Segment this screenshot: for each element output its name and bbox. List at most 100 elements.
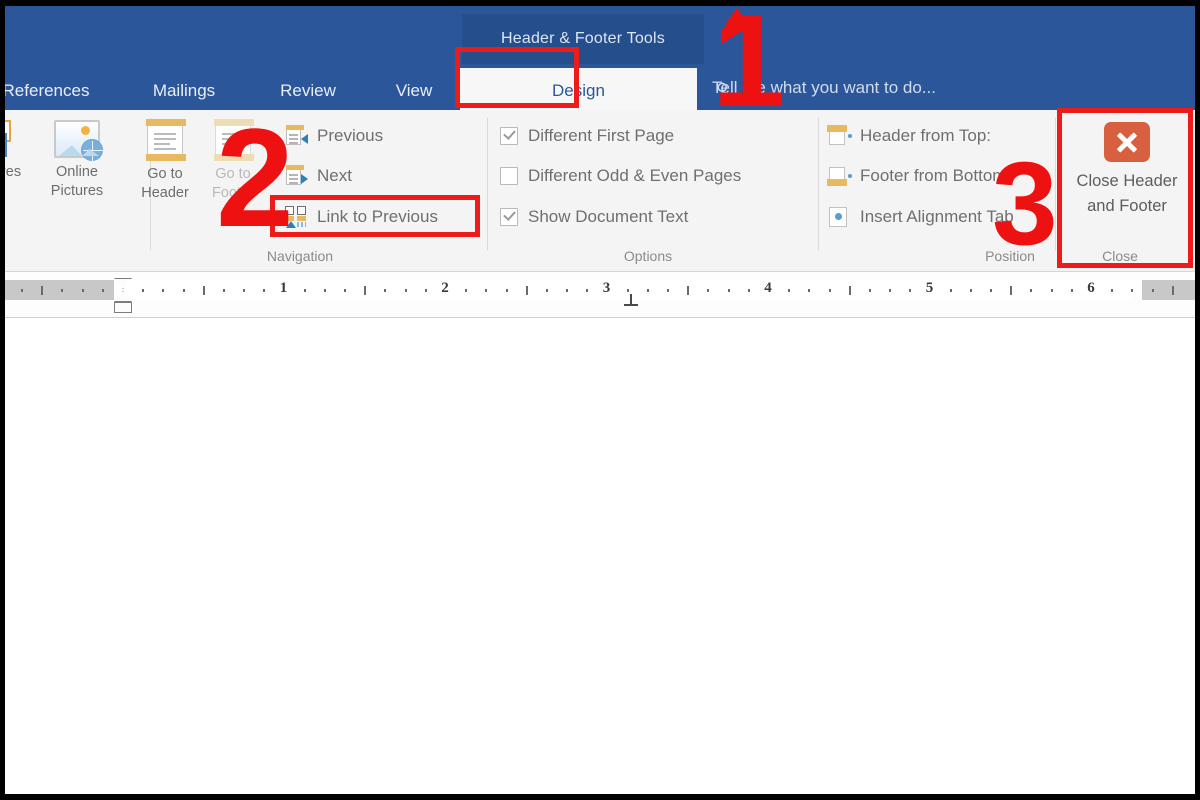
ruler-tick	[687, 286, 690, 295]
link-to-previous-label: Link to Previous	[317, 207, 438, 226]
ruler-tick	[909, 289, 912, 292]
go-to-footer-button[interactable]: Go to Footer	[200, 119, 266, 203]
ruler-tick	[404, 289, 407, 292]
tab-review[interactable]: Review	[262, 68, 354, 114]
header-from-top-icon	[827, 125, 852, 147]
ruler-tick	[162, 289, 165, 292]
pictures-button[interactable]: res	[0, 120, 40, 182]
tab-stop-marker[interactable]	[624, 294, 638, 306]
tell-me-search-input[interactable]: Tell me what you want to do...	[712, 78, 936, 98]
checkbox-icon	[500, 167, 518, 185]
next-section-label: Next	[317, 166, 352, 185]
group-title-close: Close	[1102, 248, 1138, 264]
online-pictures-label-1: Online	[56, 164, 98, 180]
group-title-options: Options	[623, 248, 673, 264]
ruler-number: 1	[279, 280, 288, 296]
word-window: Header & Footer Tools References Mailing…	[0, 0, 1200, 800]
horizontal-ruler[interactable]: 1 2 3 4 5 6	[0, 272, 1200, 318]
ruler-tick	[1030, 289, 1033, 292]
ruler-tick	[41, 286, 44, 295]
online-pictures-label-2: Pictures	[50, 183, 104, 199]
close-x-icon	[1104, 122, 1150, 162]
go-to-header-button[interactable]: Go to Header	[132, 119, 198, 203]
ruler-tick	[707, 289, 710, 292]
ruler-tick	[1070, 289, 1073, 292]
ruler-tick	[868, 289, 871, 292]
frame-border-top	[0, 0, 1200, 6]
frame-border-bottom	[0, 794, 1200, 800]
ruler-tick	[384, 289, 387, 292]
ruler-tick	[848, 286, 851, 295]
ruler-tick	[485, 289, 488, 292]
next-section-button[interactable]: Next	[285, 162, 352, 190]
ruler-number: 4	[764, 280, 772, 296]
contextual-tab-label: Header & Footer Tools	[462, 14, 704, 64]
group-divider	[818, 118, 819, 250]
insert-alignment-tab-label: Insert Alignment Tab	[860, 207, 1014, 226]
footer-from-bottom-label: Footer from Bottom:	[860, 166, 1012, 185]
ribbon-body: res Online Pictures Go to Header Go to F…	[0, 110, 1200, 272]
tab-references[interactable]: References	[0, 68, 106, 114]
right-indent-marker[interactable]	[1126, 292, 1142, 305]
ruler-tick	[182, 289, 185, 292]
ruler-tick	[1050, 289, 1053, 292]
document-canvas[interactable]	[0, 318, 1200, 794]
footer-from-bottom-field[interactable]: Footer from Bottom:	[827, 162, 1012, 190]
ruler-number: 5	[925, 280, 934, 296]
ruler-tick	[222, 289, 225, 292]
ruler-number: 3	[602, 280, 611, 296]
link-to-previous-button[interactable]: Link to Previous	[285, 203, 438, 231]
ruler-tick	[646, 289, 649, 292]
ruler-tick	[263, 289, 266, 292]
different-odd-even-pages-label: Different Odd & Even Pages	[528, 166, 742, 185]
insert-alignment-tab-button[interactable]: Insert Alignment Tab	[828, 203, 1014, 231]
ruler-tick	[323, 289, 326, 292]
previous-section-icon	[285, 125, 308, 147]
ruler-tick	[788, 289, 791, 292]
tab-mailings[interactable]: Mailings	[132, 68, 236, 114]
ruler-tick	[303, 289, 306, 292]
close-header-and-footer-label-1: Close Header	[1076, 172, 1178, 190]
ruler-tick	[465, 289, 468, 292]
different-odd-even-pages-checkbox[interactable]: Different Odd & Even Pages	[500, 162, 741, 190]
ruler-tick	[142, 289, 145, 292]
go-to-footer-label-2: Footer	[212, 185, 254, 201]
header-from-top-label: Header from Top:	[860, 126, 992, 145]
different-first-page-checkbox[interactable]: Different First Page	[500, 122, 674, 150]
close-header-and-footer-label-2: and Footer	[1087, 197, 1167, 215]
ruler-tick	[808, 289, 811, 292]
frame-border-right	[1195, 0, 1200, 800]
go-to-header-icon	[146, 119, 186, 161]
ruler-tick	[969, 289, 972, 292]
header-from-top-field[interactable]: Header from Top:	[827, 122, 992, 150]
previous-section-button[interactable]: Previous	[285, 122, 383, 150]
ruler-tick	[626, 289, 629, 292]
ruler-tick	[344, 289, 347, 292]
ruler-tick	[545, 289, 548, 292]
frame-border-left	[0, 0, 5, 800]
ruler-tick	[889, 289, 892, 292]
close-header-and-footer-button[interactable]: Close Header and Footer	[1066, 116, 1188, 232]
ribbon-tab-band: Header & Footer Tools References Mailing…	[0, 6, 1200, 116]
ruler-tick	[202, 286, 205, 295]
ruler-number: 2	[441, 280, 449, 296]
show-document-text-checkbox[interactable]: Show Document Text	[500, 203, 688, 231]
ruler-tick	[667, 289, 670, 292]
tab-design[interactable]: Design	[460, 68, 697, 116]
ruler-number: 6	[1087, 280, 1095, 296]
group-title-navigation: Navigation	[266, 248, 334, 264]
tab-view[interactable]: View	[378, 68, 450, 114]
ruler-tick	[1010, 286, 1013, 295]
ruler-tick	[61, 289, 64, 292]
online-pictures-button[interactable]: Online Pictures	[38, 120, 116, 201]
ruler-tick	[828, 289, 831, 292]
group-title-position: Position	[985, 248, 1035, 264]
checkbox-icon	[500, 208, 518, 226]
ruler-tick	[949, 289, 952, 292]
show-document-text-label: Show Document Text	[528, 207, 689, 226]
checkbox-icon	[500, 127, 518, 145]
ruler-tick	[525, 286, 528, 295]
ruler-tick	[1151, 289, 1154, 292]
left-indent-marker[interactable]	[114, 302, 132, 313]
ruler-tick	[81, 289, 84, 292]
